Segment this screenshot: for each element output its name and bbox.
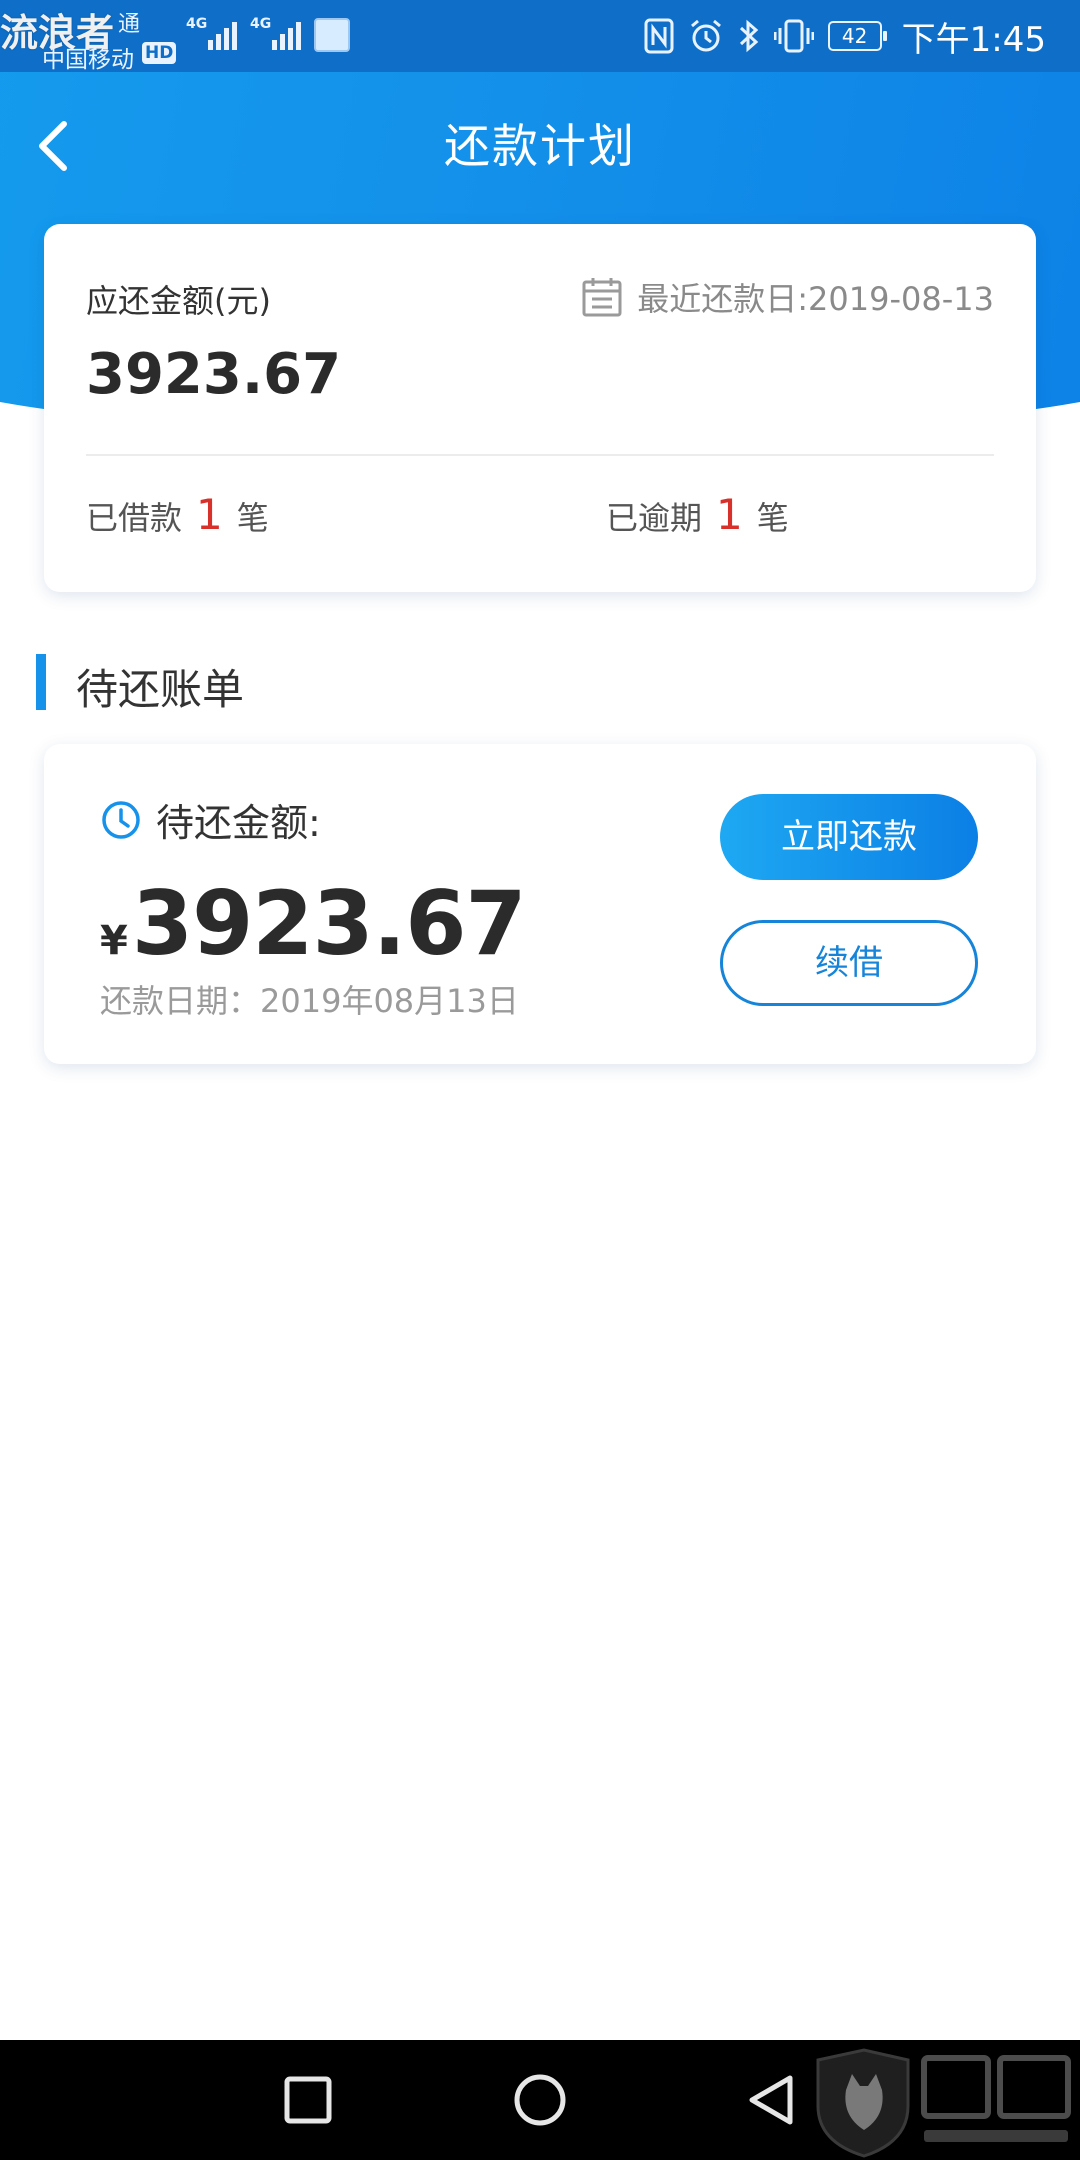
home-button[interactable]: [510, 2070, 570, 2130]
bluetooth-icon: [739, 19, 758, 53]
status-bar: 流浪者 通 中国移动 HD 4G 4G 42 下午1:45: [0, 0, 1080, 73]
black-cat-watermark-logo: [816, 2048, 1071, 2158]
carrier-name: 中国移动: [42, 47, 134, 73]
renew-loan-button[interactable]: 续借: [720, 920, 978, 1006]
alarm-icon: [690, 19, 721, 52]
square-icon: [284, 2076, 332, 2124]
system-back-button[interactable]: [742, 2070, 802, 2130]
vibrate-icon: [773, 19, 814, 53]
overdue-count-stat: 已逾期 1 笔: [606, 490, 789, 539]
amount-due-label: 应还金额(元): [86, 282, 271, 320]
clock: 下午1:45: [901, 19, 1046, 60]
recent-due-date: 最近还款日:2019-08-13: [581, 274, 994, 320]
status-right: 42 下午1:45: [644, 14, 1046, 60]
triangle-back-icon: [749, 2075, 793, 2125]
currency-symbol: ¥: [100, 918, 128, 964]
repayment-summary-card: 应还金额(元) 3923.67 最近还款日:2019-08-13 已借款 1 笔…: [44, 224, 1036, 592]
overdue-count: 1: [716, 490, 743, 539]
hd-badge: HD: [142, 42, 177, 64]
borrowed-count: 1: [196, 490, 223, 539]
divider: [86, 454, 994, 456]
calendar-icon: [582, 278, 622, 317]
amount-due-value: 3923.67: [86, 342, 342, 407]
pending-amount-label: 待还金额:: [156, 801, 321, 845]
clock-icon: [102, 800, 140, 839]
pending-amount: ¥ 3923.67: [100, 872, 527, 975]
app-notification-icon: [314, 18, 350, 52]
repay-now-button[interactable]: 立即还款: [720, 794, 978, 880]
carrier-partial: 通: [118, 12, 141, 37]
circle-icon: [514, 2074, 566, 2126]
pending-bill-card: 待还金额: ¥ 3923.67 还款日期：2019年08月13日 立即还款 续借: [44, 744, 1036, 1064]
page-title: 还款计划: [444, 119, 636, 173]
nfc-icon: [644, 18, 674, 54]
borrowed-count-stat: 已借款 1 笔: [86, 490, 269, 539]
pending-amount-header: 待还金额:: [100, 792, 321, 847]
recent-due-date-text: 最近还款日:2019-08-13: [637, 280, 994, 318]
battery-icon: 42: [827, 21, 887, 51]
section-title: 待还账单: [76, 665, 245, 714]
section-accent-bar: [36, 654, 46, 710]
repayment-date: 还款日期：2019年08月13日: [100, 982, 519, 1020]
pending-amount-value: 3923.67: [131, 872, 527, 975]
recent-apps-button[interactable]: [278, 2070, 338, 2130]
